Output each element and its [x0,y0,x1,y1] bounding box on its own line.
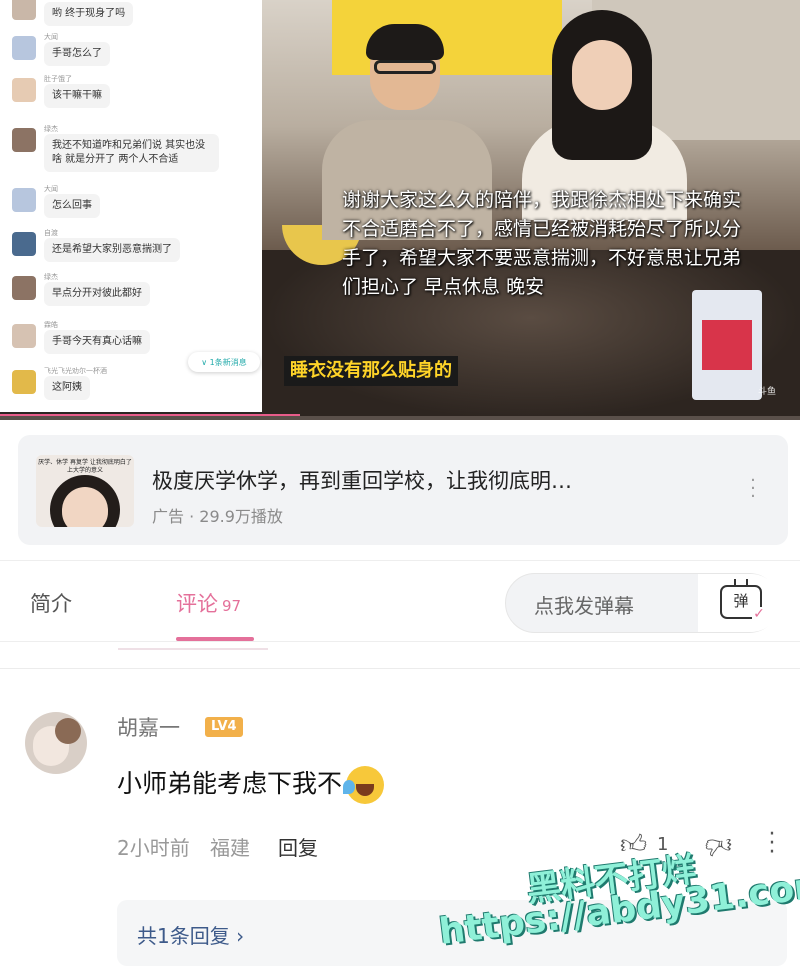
chat-item: 绿杰 我还不知道咋和兄弟们说 其实也没啥 就是分开了 两个人不合适 [0,124,262,184]
chat-message: 这阿姨 [44,376,90,400]
avatar [12,188,36,212]
video-caption: 睡衣没有那么贴身的 [284,356,458,386]
chat-item: 自渡 还是希望大家别恶意揣测了 [0,228,262,272]
thumbs-down-icon[interactable]: 👍︎ [702,830,732,860]
chat-username: 绿杰 [44,273,58,281]
tab-comments-label: 评论 [176,592,218,616]
divider [0,668,800,669]
danmu-button-label: 弹 [733,592,749,610]
chat-username: 自渡 [44,229,58,237]
comment-text: 小师弟能考虑下我不 [117,764,385,804]
danmu-toggle-button[interactable]: 弹 ✓ [698,574,780,632]
more-options-icon[interactable]: · · · [764,824,780,864]
ad-card[interactable]: 厌学、休学 再复学 让我彻底明白了上大学的意义 极度厌学休学，再到重回学校，让我… [18,435,788,545]
avatar[interactable] [25,712,87,774]
chat-message: 怎么回事 [44,194,100,218]
app-root: 哟 终于现身了吗 大闻 手哥怎么了 肚子饿了 该干嘛干嘛 绿杰 我还不知道咋和兄… [0,0,800,971]
avatar [12,276,36,300]
check-icon: ✓ [752,606,766,622]
live-chat-panel: 哟 终于现身了吗 大闻 手哥怎么了 肚子饿了 该干嘛干嘛 绿杰 我还不知道咋和兄… [0,0,262,412]
chat-username: 大闻 [44,33,58,41]
danmu-tv-icon: 弹 ✓ [720,579,766,621]
reply-button[interactable]: 回复 [278,832,318,861]
video-progress-bar[interactable] [0,416,800,420]
chat-message: 早点分开对彼此都好 [44,282,150,306]
chat-username: 霖皓 [44,321,58,329]
chat-message: 手哥怎么了 [44,42,110,66]
chat-username: 大闻 [44,185,58,193]
chat-item: 大闻 怎么回事 [0,184,262,228]
tab-comments-count: 97 [222,597,242,615]
comment-location: 福建 [210,836,250,860]
avatar [12,36,36,60]
new-messages-button[interactable]: ∨ 1条新消息 [188,352,260,372]
chat-username: 肚子饿了 [44,75,72,83]
ad-thumbnail-text: 厌学、休学 再复学 让我彻底明白了上大学的意义 [38,459,132,474]
replies-summary: 共1条回复 › [137,924,245,948]
avatar [12,232,36,256]
laughing-crying-emoji-icon [343,766,385,804]
danmu-placeholder: 点我发弹幕 [534,594,634,618]
ad-title[interactable]: 极度厌学休学，再到重回学校，让我彻底明… [152,465,572,495]
tab-intro[interactable]: 简介 [30,588,72,618]
ad-thumbnail: 厌学、休学 再复学 让我彻底明白了上大学的意义 [36,455,134,527]
chat-message: 我还不知道咋和兄弟们说 其实也没啥 就是分开了 两个人不合适 [44,134,219,172]
level-badge: LV4 [205,717,243,737]
chat-item: 哟 终于现身了吗 [0,0,262,36]
chat-username: 飞光飞光劝尔一杯酒 [44,367,107,375]
tab-comments[interactable]: 评论 97 [176,588,241,618]
more-options-icon[interactable]: · · · [748,472,758,506]
avatar [12,324,36,348]
ad-meta: 广告 · 29.9万播放 [152,507,283,526]
divider-accent [118,648,268,650]
chat-item: 大闻 手哥怎么了 [0,32,262,76]
comment-time: 2小时前 [117,836,190,860]
milk-label [702,320,752,370]
tab-bar: 简介 评论 97 点我发弹幕 弹 ✓ [0,560,800,642]
video-player[interactable]: 哟 终于现身了吗 大闻 手哥怎么了 肚子饿了 该干嘛干嘛 绿杰 我还不知道咋和兄… [0,0,800,420]
avatar [12,0,36,20]
chat-username: 绿杰 [44,125,58,133]
chat-message: 该干嘛干嘛 [44,84,110,108]
chat-message: 哟 终于现身了吗 [44,2,134,26]
platform-watermark: 斗鱼 [758,387,777,397]
chat-item: 飞光飞光劝尔一杯酒 这阿姨 [0,366,262,410]
danmu-input[interactable]: 点我发弹幕 弹 ✓ [505,573,780,633]
comment-body: 小师弟能考虑下我不 [117,769,343,798]
video-subtitle: 谢谢大家这么久的陪伴，我跟徐杰相处下来确实不合适磨合不了，感情已经被消耗殆尽了所… [342,189,742,298]
chat-item: 绿杰 早点分开对彼此都好 [0,272,262,316]
chat-message: 手哥今天有真心话嘛 [44,330,150,354]
chat-message: 还是希望大家别恶意揣测了 [44,238,180,262]
avatar [12,128,36,152]
avatar [12,78,36,102]
chat-item: 肚子饿了 该干嘛干嘛 [0,74,262,118]
active-tab-indicator [176,637,254,641]
comment-username[interactable]: 胡嘉一 [117,712,180,742]
avatar [12,370,36,394]
